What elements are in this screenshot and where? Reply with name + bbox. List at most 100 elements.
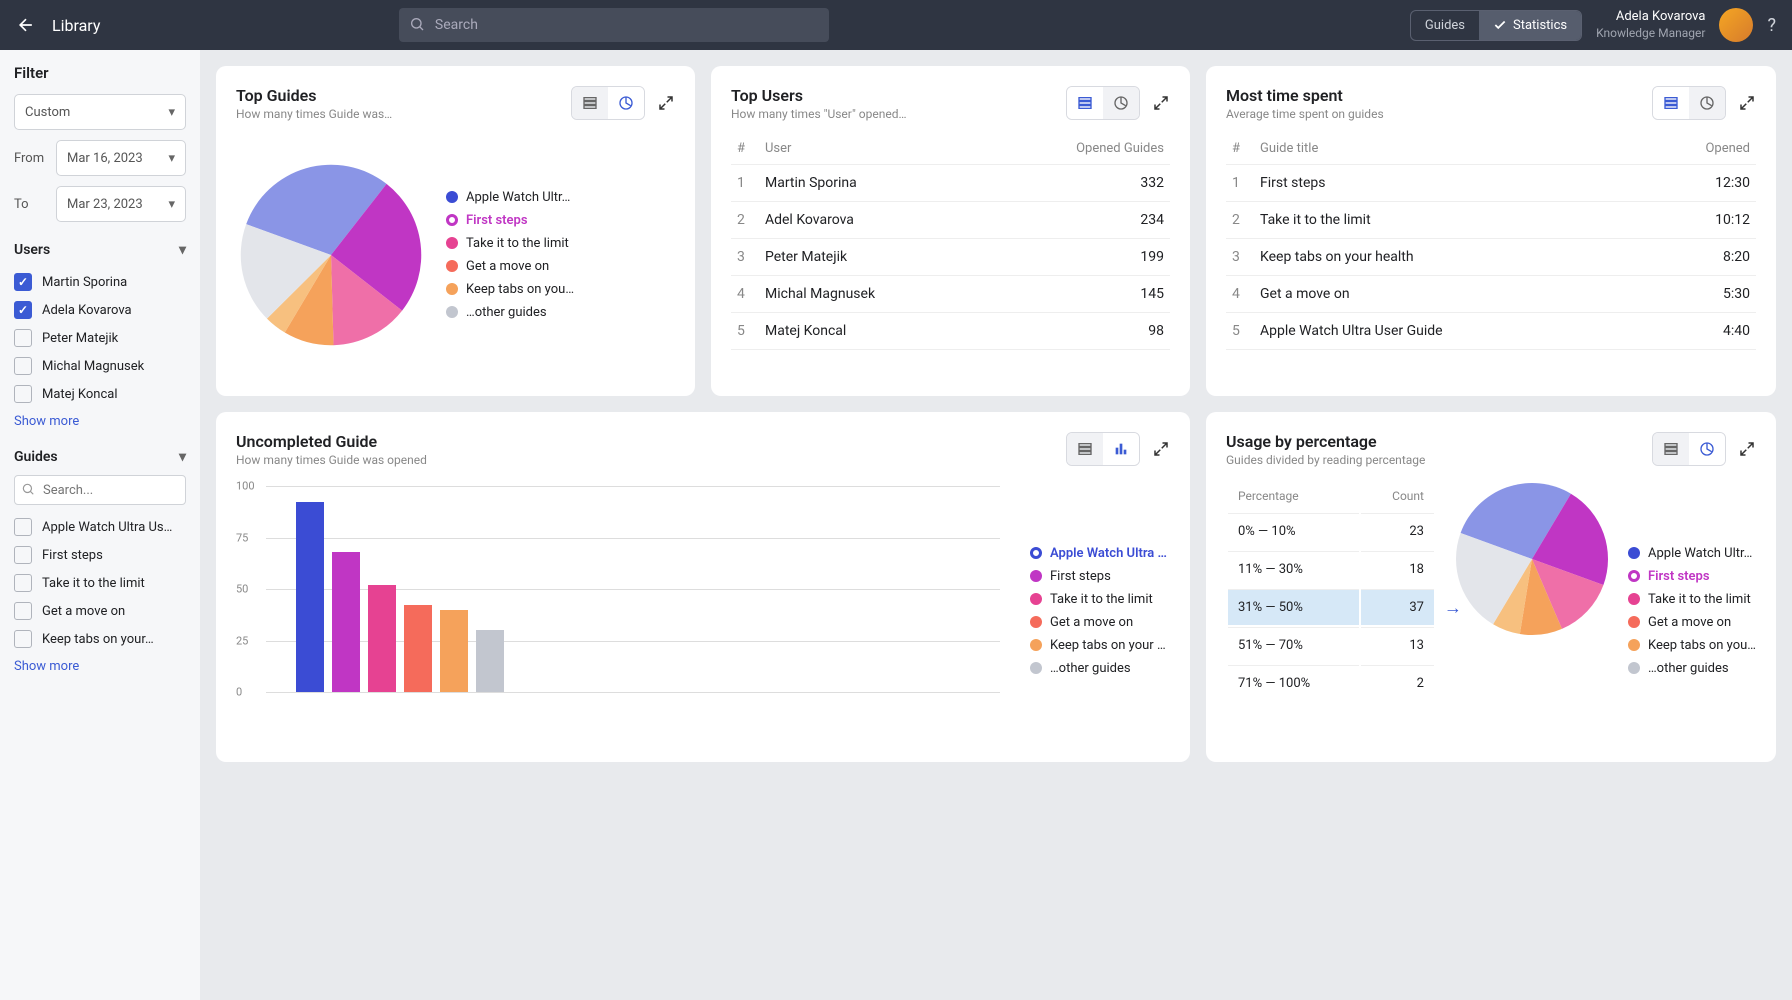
user-info: Adela Kovarova Knowledge Manager bbox=[1596, 9, 1705, 41]
to-label: To bbox=[14, 197, 46, 212]
chart-view-button[interactable] bbox=[1689, 87, 1725, 119]
usage-pie bbox=[1452, 479, 1612, 639]
legend-label: Get a move on bbox=[1648, 615, 1731, 630]
list-view-button[interactable] bbox=[1653, 433, 1689, 465]
legend-label: …other guides bbox=[1648, 661, 1729, 676]
card-title: Most time spent bbox=[1226, 86, 1384, 105]
guide-checkbox[interactable]: Apple Watch Ultra Us… bbox=[14, 513, 186, 541]
to-date-select[interactable]: Mar 23, 2023▾ bbox=[56, 186, 186, 222]
avatar[interactable] bbox=[1719, 8, 1753, 42]
bar bbox=[440, 610, 468, 692]
users-section-toggle[interactable]: Users▾ bbox=[14, 242, 186, 258]
table-row[interactable]: 1First steps12:30 bbox=[1226, 165, 1756, 202]
from-date-select[interactable]: Mar 16, 2023▾ bbox=[56, 140, 186, 176]
guide-checkbox[interactable]: First steps bbox=[14, 541, 186, 569]
expand-button[interactable] bbox=[1738, 440, 1756, 458]
legend-label: …other guides bbox=[466, 305, 547, 320]
user-checkbox[interactable]: Peter Matejik bbox=[14, 324, 186, 352]
table-row[interactable]: 5Matej Koncal98 bbox=[731, 313, 1170, 350]
legend-item: First steps bbox=[446, 209, 574, 232]
legend-item: Keep tabs on your health bbox=[1030, 634, 1170, 657]
help-icon[interactable]: ? bbox=[1767, 15, 1776, 36]
legend-item: Get a move on bbox=[446, 255, 574, 278]
bar bbox=[476, 630, 504, 692]
guides-show-more[interactable]: Show more bbox=[14, 659, 79, 674]
expand-icon bbox=[1738, 94, 1756, 112]
expand-button[interactable] bbox=[1738, 94, 1756, 112]
usage-row[interactable]: 71% — 100%2 bbox=[1228, 665, 1434, 701]
legend-dot bbox=[446, 214, 458, 226]
guide-checkbox[interactable]: Take it to the limit bbox=[14, 569, 186, 597]
arrow-left-icon bbox=[16, 15, 36, 35]
expand-button[interactable] bbox=[1152, 94, 1170, 112]
legend-dot bbox=[446, 283, 458, 295]
table-row[interactable]: 4Michal Magnusek145 bbox=[731, 276, 1170, 313]
usage-row[interactable]: 51% — 70%13 bbox=[1228, 627, 1434, 663]
col-percentage: Percentage bbox=[1228, 481, 1359, 511]
legend-label: Take it to the limit bbox=[1050, 592, 1153, 607]
range-select[interactable]: Custom▾ bbox=[14, 94, 186, 130]
list-view-button[interactable] bbox=[1067, 87, 1103, 119]
chart-view-button[interactable] bbox=[608, 87, 644, 119]
bar-icon bbox=[1113, 441, 1129, 457]
pie-icon bbox=[1113, 95, 1129, 111]
expand-icon bbox=[1152, 94, 1170, 112]
expand-icon bbox=[657, 94, 675, 112]
table-row[interactable]: 2Adel Kovarova234 bbox=[731, 202, 1170, 239]
legend-dot bbox=[1628, 639, 1640, 651]
legend-label: Apple Watch Ultra User Guide bbox=[1050, 546, 1170, 561]
back-button[interactable] bbox=[16, 15, 36, 35]
top-guides-pie bbox=[236, 160, 426, 350]
user-checkbox[interactable]: Adela Kovarova bbox=[14, 296, 186, 324]
card-subtitle: Guides divided by reading percentage bbox=[1226, 453, 1425, 467]
col-num: # bbox=[1226, 133, 1254, 165]
legend-item: First steps bbox=[1030, 565, 1170, 588]
checkbox-icon bbox=[14, 546, 32, 564]
usage-row[interactable]: 31% — 50%37→ bbox=[1228, 589, 1434, 625]
guide-checkbox[interactable]: Keep tabs on your… bbox=[14, 625, 186, 653]
col-opened: Opened Guides bbox=[985, 133, 1170, 165]
table-row[interactable]: 1Martin Sporina332 bbox=[731, 165, 1170, 202]
legend-item: Apple Watch Ultr… bbox=[1628, 542, 1756, 565]
guides-tab[interactable]: Guides bbox=[1411, 11, 1479, 40]
legend-dot bbox=[1628, 593, 1640, 605]
statistics-tab[interactable]: Statistics bbox=[1479, 11, 1581, 40]
guide-checkbox[interactable]: Get a move on bbox=[14, 597, 186, 625]
card-subtitle: How many times Guide was… bbox=[236, 107, 392, 121]
user-checkbox[interactable]: Matej Koncal bbox=[14, 380, 186, 408]
search-icon bbox=[409, 16, 425, 32]
expand-button[interactable] bbox=[1152, 440, 1170, 458]
page-title: Library bbox=[52, 16, 100, 35]
usage-row[interactable]: 11% — 30%18 bbox=[1228, 551, 1434, 587]
filter-heading: Filter bbox=[14, 64, 186, 82]
list-view-button[interactable] bbox=[1653, 87, 1689, 119]
search-input[interactable] bbox=[399, 8, 829, 42]
legend-item: Get a move on bbox=[1030, 611, 1170, 634]
card-title: Uncompleted Guide bbox=[236, 432, 427, 451]
legend-label: Keep tabs on you… bbox=[1648, 638, 1756, 653]
user-checkbox[interactable]: Martin Sporina bbox=[14, 268, 186, 296]
col-guide-title: Guide title bbox=[1254, 133, 1643, 165]
chart-view-button[interactable] bbox=[1689, 433, 1725, 465]
table-row[interactable]: 5Apple Watch Ultra User Guide4:40 bbox=[1226, 313, 1756, 350]
expand-button[interactable] bbox=[657, 94, 675, 112]
guide-label: Apple Watch Ultra Us… bbox=[42, 520, 172, 535]
table-row[interactable]: 3Peter Matejik199 bbox=[731, 239, 1170, 276]
legend-item: Keep tabs on you… bbox=[1628, 634, 1756, 657]
legend-dot bbox=[1030, 547, 1042, 559]
list-view-button[interactable] bbox=[572, 87, 608, 119]
table-row[interactable]: 4Get a move on5:30 bbox=[1226, 276, 1756, 313]
chart-view-button[interactable] bbox=[1103, 87, 1139, 119]
table-row[interactable]: 2Take it to the limit10:12 bbox=[1226, 202, 1756, 239]
chart-view-button[interactable] bbox=[1103, 433, 1139, 465]
uncompleted-guide-card: Uncompleted Guide How many times Guide w… bbox=[216, 412, 1190, 762]
guides-section-toggle[interactable]: Guides▾ bbox=[14, 449, 186, 465]
table-row[interactable]: 3Keep tabs on your health8:20 bbox=[1226, 239, 1756, 276]
guide-label: Get a move on bbox=[42, 604, 125, 619]
usage-row[interactable]: 0% — 10%23 bbox=[1228, 513, 1434, 549]
user-checkbox[interactable]: Michal Magnusek bbox=[14, 352, 186, 380]
users-show-more[interactable]: Show more bbox=[14, 414, 79, 429]
col-opened: Opened bbox=[1643, 133, 1756, 165]
list-view-button[interactable] bbox=[1067, 433, 1103, 465]
guides-search-input[interactable] bbox=[14, 475, 186, 505]
